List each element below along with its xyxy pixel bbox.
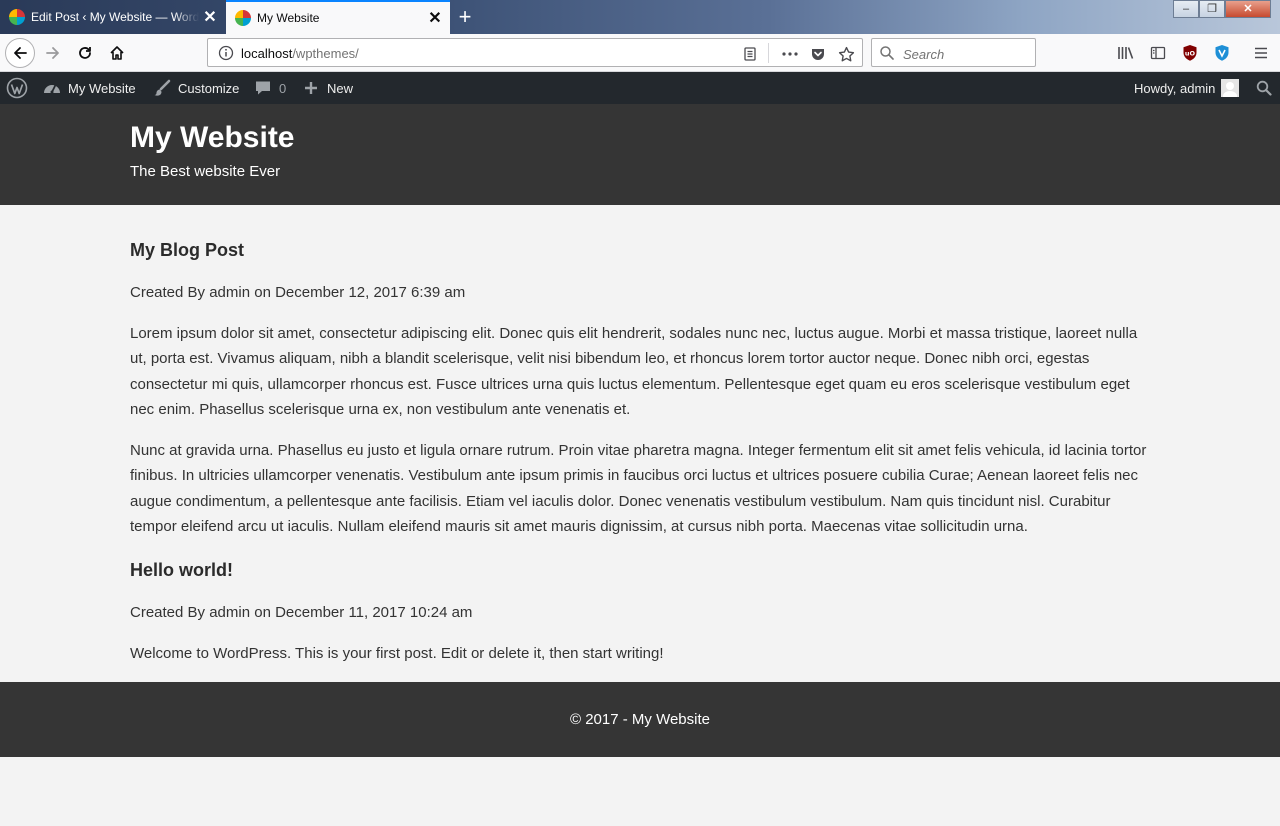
search-icon bbox=[1256, 80, 1272, 96]
library-icon[interactable] bbox=[1115, 42, 1137, 64]
brush-icon bbox=[154, 79, 171, 96]
avatar-icon bbox=[1221, 79, 1240, 97]
admin-bar-search-button[interactable] bbox=[1256, 72, 1272, 104]
url-text: localhost/wpthemes/ bbox=[241, 46, 359, 61]
admin-bar-new-label: New bbox=[327, 80, 354, 96]
window-controls: – ❐ ✕ bbox=[1173, 0, 1271, 20]
admin-bar-account-menu[interactable]: Howdy, admin bbox=[1134, 72, 1240, 104]
arrow-left-icon bbox=[14, 47, 27, 59]
post-title[interactable]: My Blog Post bbox=[130, 240, 244, 261]
post-title[interactable]: Hello world! bbox=[130, 560, 233, 581]
main-content: My Blog Post Created By admin on Decembe… bbox=[0, 205, 1280, 682]
post-paragraph: Welcome to WordPress. This is your first… bbox=[130, 645, 664, 662]
admin-bar-howdy: Howdy, admin bbox=[1134, 80, 1216, 96]
site-header: My Website The Best website Ever bbox=[0, 104, 1280, 205]
forward-button[interactable] bbox=[38, 38, 68, 68]
site-footer: © 2017 - My Website bbox=[0, 682, 1280, 757]
home-button[interactable] bbox=[102, 38, 132, 68]
site-description: The Best website Ever bbox=[130, 163, 281, 180]
wp-admin-bar: My Website Customize 0 New Howdy, admin bbox=[0, 72, 1280, 104]
admin-bar-customize-link[interactable]: Customize bbox=[153, 72, 239, 104]
home-icon bbox=[110, 46, 124, 60]
post-paragraph: Nunc at gravida urna. Phasellus eu justo… bbox=[130, 442, 1147, 535]
ublock-shield-icon[interactable]: uO bbox=[1179, 42, 1201, 64]
site-title[interactable]: My Website bbox=[130, 121, 295, 155]
tab-close-icon[interactable]: ✕ bbox=[424, 8, 446, 28]
wordpress-favicon-icon bbox=[9, 9, 25, 25]
footer-copyright: © 2017 - My Website bbox=[570, 711, 710, 728]
admin-bar-site-name: My Website bbox=[68, 80, 136, 96]
url-bar-divider bbox=[768, 43, 769, 63]
admin-bar-customize-label: Customize bbox=[178, 80, 240, 96]
tab-my-website[interactable]: My Website ✕ bbox=[226, 0, 450, 34]
restore-window-button[interactable]: ❐ bbox=[1199, 0, 1225, 18]
wordpress-icon bbox=[6, 77, 28, 99]
comment-icon bbox=[256, 81, 270, 95]
search-icon bbox=[879, 45, 895, 66]
tab-title: My Website bbox=[257, 11, 320, 25]
reader-view-icon[interactable] bbox=[740, 44, 760, 64]
svg-text:uO: uO bbox=[1185, 50, 1196, 58]
tab-title: Edit Post ‹ My Website — WordPress bbox=[31, 10, 199, 24]
hamburger-menu-icon[interactable] bbox=[1250, 42, 1272, 64]
vpn-shield-icon[interactable] bbox=[1211, 42, 1233, 64]
back-button[interactable] bbox=[5, 38, 35, 68]
close-window-button[interactable]: ✕ bbox=[1225, 0, 1271, 18]
search-bar[interactable]: Search bbox=[871, 38, 1036, 67]
plus-icon bbox=[305, 82, 317, 94]
url-path: /wpthemes/ bbox=[292, 46, 359, 61]
browser-toolbar: localhost/wpthemes/ Search uO bbox=[0, 34, 1280, 72]
arrow-right-icon bbox=[46, 47, 59, 59]
tab-close-icon[interactable]: ✕ bbox=[199, 7, 221, 27]
post-paragraph: Lorem ipsum dolor sit amet, consectetur … bbox=[130, 325, 1138, 418]
admin-bar-comments-link[interactable]: 0 bbox=[255, 72, 286, 104]
new-tab-plus-icon[interactable]: + bbox=[452, 3, 478, 31]
browser-tab-bar: Edit Post ‹ My Website — WordPress ✕ My … bbox=[0, 0, 1280, 34]
page-info-icon[interactable] bbox=[218, 45, 234, 66]
reload-button[interactable] bbox=[70, 38, 100, 68]
page-bottom-area bbox=[0, 757, 1280, 826]
admin-bar-comments-count: 0 bbox=[279, 80, 287, 96]
search-placeholder: Search bbox=[903, 47, 945, 62]
minimize-window-button[interactable]: – bbox=[1173, 0, 1199, 18]
admin-bar-new-link[interactable]: New bbox=[304, 72, 353, 104]
dashboard-icon bbox=[44, 85, 60, 94]
tab-edit-post[interactable]: Edit Post ‹ My Website — WordPress ✕ bbox=[0, 0, 225, 34]
post-meta: Created By admin on December 11, 2017 10… bbox=[130, 604, 473, 621]
pocket-icon[interactable] bbox=[808, 44, 828, 64]
wordpress-favicon-icon bbox=[235, 10, 251, 26]
sidebar-icon[interactable] bbox=[1147, 42, 1169, 64]
wp-logo-button[interactable] bbox=[6, 72, 28, 104]
bookmark-star-icon[interactable] bbox=[836, 44, 856, 64]
reload-icon bbox=[79, 47, 91, 59]
url-bar[interactable]: localhost/wpthemes/ bbox=[207, 38, 863, 67]
post-meta: Created By admin on December 12, 2017 6:… bbox=[130, 284, 466, 301]
url-host: localhost bbox=[241, 46, 293, 61]
page-actions-icon[interactable] bbox=[780, 44, 800, 64]
admin-bar-site-link[interactable]: My Website bbox=[42, 72, 136, 104]
